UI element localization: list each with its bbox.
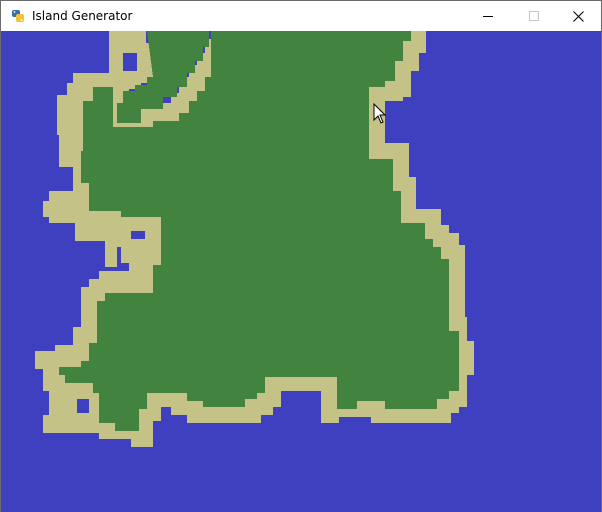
inlet bbox=[123, 53, 137, 71]
sand-patch bbox=[67, 391, 77, 415]
island-map-canvas[interactable] bbox=[1, 31, 601, 512]
close-icon bbox=[572, 10, 584, 22]
sand-patch bbox=[125, 239, 147, 247]
window-title: Island Generator bbox=[32, 9, 133, 23]
app-window: Island Generator bbox=[0, 0, 602, 512]
minimize-button[interactable] bbox=[465, 1, 511, 31]
minimize-icon bbox=[483, 16, 493, 17]
close-button[interactable] bbox=[555, 1, 601, 31]
mouse-pointer-icon bbox=[373, 103, 387, 124]
sand-patch bbox=[105, 241, 117, 267]
maximize-button[interactable] bbox=[511, 1, 557, 31]
python-icon bbox=[11, 9, 25, 23]
maximize-icon bbox=[529, 11, 539, 21]
title-bar[interactable]: Island Generator bbox=[1, 1, 601, 31]
